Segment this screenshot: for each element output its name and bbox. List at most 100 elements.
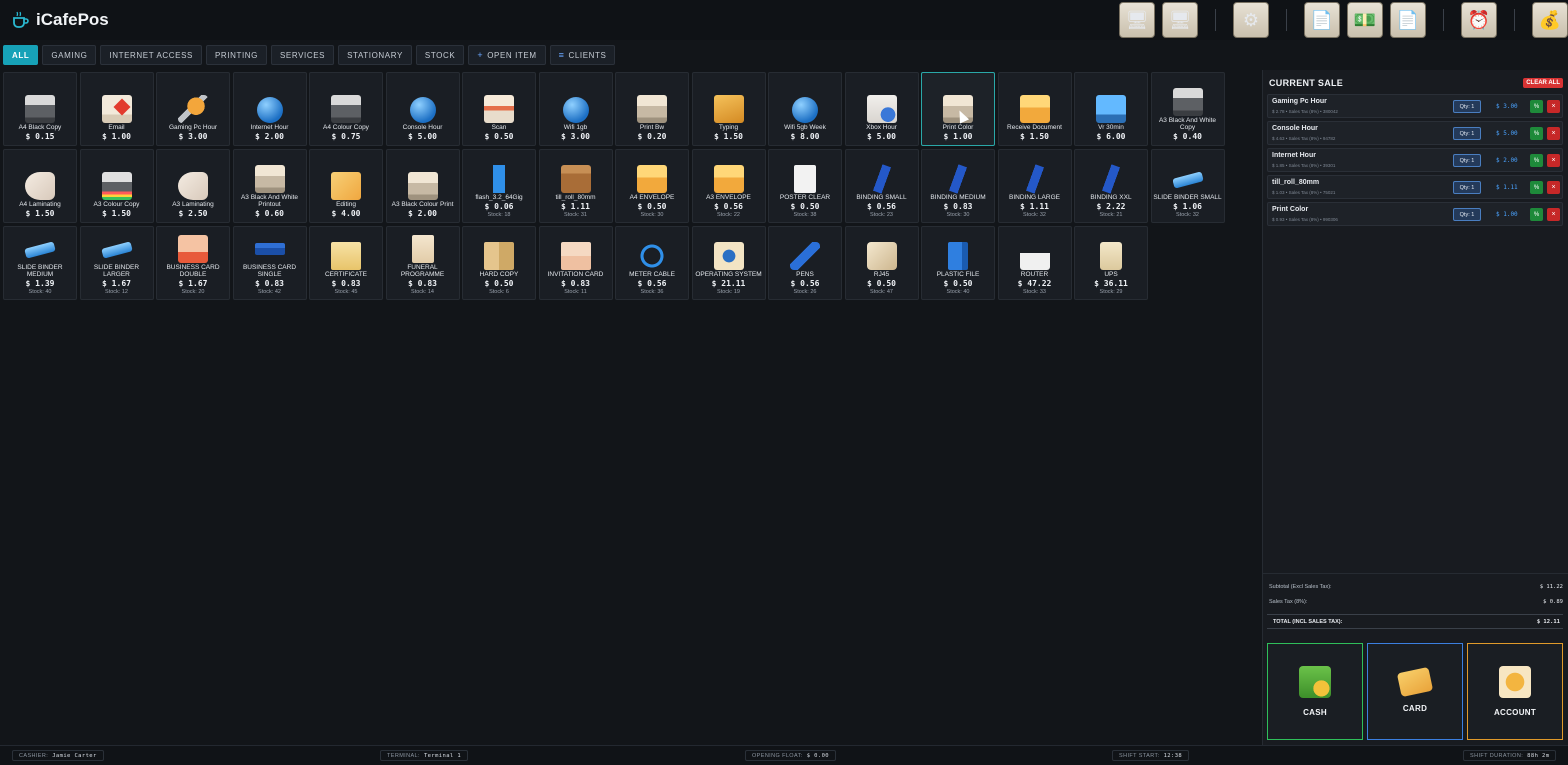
tab-open-item[interactable]: + OPEN ITEM xyxy=(468,45,546,65)
product-tile[interactable]: flash_3.2_64Gig $ 0.06 Stock: 18 xyxy=(462,149,536,223)
product-price: $ 21.11 xyxy=(711,279,746,288)
product-tile[interactable]: Gaming Pc Hour $ 3.00 xyxy=(156,72,230,146)
discount-button[interactable]: % xyxy=(1530,127,1543,140)
product-tile[interactable]: Wifi 1gb $ 3.00 xyxy=(538,72,613,146)
product-tile[interactable]: FUNERAL PROGRAMME $ 0.83 Stock: 14 xyxy=(385,226,460,300)
product-tile[interactable]: Receive Document $ 1.50 xyxy=(997,72,1072,146)
clear-all-button[interactable]: CLEAR ALL xyxy=(1523,78,1563,88)
product-tile[interactable]: A3 Laminating $ 2.50 xyxy=(156,149,230,223)
product-tile[interactable]: SLIDE BINDER SMALL $ 1.06 Stock: 32 xyxy=(1150,149,1225,223)
product-tile[interactable]: BINDING XXL $ 2.22 Stock: 21 xyxy=(1074,149,1148,223)
product-tile[interactable]: BUSINESS CARD SINGLE $ 0.83 Stock: 42 xyxy=(232,226,307,300)
product-tile[interactable]: ROUTER $ 47.22 Stock: 33 xyxy=(997,226,1072,300)
discount-button[interactable]: % xyxy=(1530,181,1543,194)
product-tile[interactable]: Console Hour $ 5.00 xyxy=(385,72,460,146)
product-tile[interactable]: Print Bw $ 0.20 xyxy=(615,72,689,146)
product-tile[interactable]: PENS $ 0.56 Stock: 26 xyxy=(768,226,842,300)
product-tile[interactable]: Scan $ 0.50 xyxy=(462,72,536,146)
quantity-button[interactable]: Qty: 1 xyxy=(1453,154,1481,167)
tab-internet-access[interactable]: INTERNET ACCESS xyxy=(100,45,202,65)
product-tile[interactable]: Email $ 1.00 xyxy=(79,72,154,146)
settings-gear-icon: ⚙ xyxy=(1242,9,1260,30)
product-tile[interactable]: BINDING MEDIUM $ 0.83 Stock: 30 xyxy=(921,149,995,223)
product-tile[interactable]: Internet Hour $ 2.00 xyxy=(232,72,307,146)
product-tile[interactable]: A4 Laminating $ 1.50 xyxy=(3,149,77,223)
cash-note-button[interactable]: 💵 xyxy=(1347,2,1383,38)
shift-clock-button[interactable]: ⏰ xyxy=(1461,2,1497,38)
product-tile[interactable]: RJ45 $ 0.50 Stock: 47 xyxy=(844,226,919,300)
product-tile[interactable]: Print Color $ 1.00 xyxy=(921,72,995,146)
document-stamp-button[interactable]: 📄 xyxy=(1390,2,1426,38)
product-tile[interactable]: SLIDE BINDER LARGER $ 1.67 Stock: 12 xyxy=(79,226,154,300)
product-stock: Stock: 42 xyxy=(258,289,281,295)
quantity-button[interactable]: Qty: 1 xyxy=(1453,208,1481,221)
product-tile[interactable]: POSTER CLEAR $ 0.50 Stock: 38 xyxy=(768,149,842,223)
product-stock: Stock: 45 xyxy=(334,289,358,295)
product-stock: Stock: 6 xyxy=(489,289,509,295)
tax-value: $ 0.89 xyxy=(1543,599,1563,605)
quantity-button[interactable]: Qty: 1 xyxy=(1453,127,1481,140)
product-tile[interactable]: UPS $ 36.11 Stock: 29 xyxy=(1074,226,1148,300)
pc-logout-button[interactable]: 🖥 xyxy=(1119,2,1155,38)
pc-monitor-button[interactable]: 🖥 xyxy=(1162,2,1198,38)
product-tile[interactable]: HARD COPY $ 0.50 Stock: 6 xyxy=(462,226,536,300)
product-tile[interactable]: A4 Black Copy $ 0.15 xyxy=(3,72,77,146)
product-tile[interactable]: A3 Black And White Copy $ 0.40 xyxy=(1150,72,1225,146)
remove-item-button[interactable]: × xyxy=(1547,208,1560,221)
settings-gear-button[interactable]: ⚙ xyxy=(1233,2,1269,38)
shift-duration-value: 88h 2m xyxy=(1527,752,1550,759)
product-tile[interactable]: A4 ENVELOPE $ 0.50 Stock: 30 xyxy=(615,149,689,223)
remove-item-button[interactable]: × xyxy=(1547,181,1560,194)
product-tile[interactable]: BUSINESS CARD DOUBLE $ 1.67 Stock: 20 xyxy=(156,226,230,300)
product-tile[interactable]: A4 Colour Copy $ 0.75 xyxy=(309,72,383,146)
discount-button[interactable]: % xyxy=(1530,100,1543,113)
account-button[interactable]: ACCOUNT xyxy=(1467,643,1563,740)
remove-item-button[interactable]: × xyxy=(1547,100,1560,113)
card-button[interactable]: CARD xyxy=(1367,643,1463,740)
product-tile[interactable]: PLASTIC FILE $ 0.50 Stock: 40 xyxy=(921,226,995,300)
product-tile[interactable]: Vr 30min $ 6.00 xyxy=(1074,72,1148,146)
product-tile[interactable]: Typing $ 1.50 xyxy=(691,72,766,146)
tab-stationary[interactable]: STATIONARY xyxy=(338,45,412,65)
receipt-list-button[interactable]: 📄 xyxy=(1304,2,1340,38)
tab-clients[interactable]: ≡ CLIENTS xyxy=(549,45,616,65)
product-tile[interactable]: SLIDE BINDER MEDIUM $ 1.39 Stock: 40 xyxy=(3,226,77,300)
sale-item-price: $ 3.00 xyxy=(1496,103,1518,110)
quantity-button[interactable]: Qty: 1 xyxy=(1453,100,1481,113)
remove-item-button[interactable]: × xyxy=(1547,154,1560,167)
product-name: A4 Laminating xyxy=(19,200,61,208)
quantity-button[interactable]: Qty: 1 xyxy=(1453,181,1481,194)
tab-stock[interactable]: STOCK xyxy=(415,45,465,65)
product-tile[interactable]: A3 Black And White Printout $ 0.60 xyxy=(232,149,307,223)
product-tile[interactable]: A3 ENVELOPE $ 0.56 Stock: 22 xyxy=(691,149,766,223)
tax-row: Sales Tax (8%): $ 0.89 xyxy=(1269,599,1563,605)
tab-gaming[interactable]: GAMING xyxy=(42,45,97,65)
product-price: $ 0.06 xyxy=(484,202,514,211)
product-price: $ 1.50 xyxy=(25,209,55,218)
globe-icon xyxy=(409,96,436,123)
discount-button[interactable]: % xyxy=(1530,208,1543,221)
product-tile[interactable]: BINDING SMALL $ 0.56 Stock: 23 xyxy=(844,149,919,223)
cash-drawer-button[interactable]: 💰 xyxy=(1532,2,1568,38)
product-name: BINDING MEDIUM xyxy=(930,193,986,201)
discount-button[interactable]: % xyxy=(1530,154,1543,167)
product-tile[interactable]: METER CABLE $ 0.56 Stock: 36 xyxy=(615,226,689,300)
tab-services[interactable]: SERVICES xyxy=(270,45,335,65)
product-tile[interactable]: Wifi 5gb Week $ 8.00 xyxy=(768,72,842,146)
product-tile[interactable]: A3 Black Colour Print $ 2.00 xyxy=(385,149,460,223)
product-tile[interactable]: BINDING LARGE $ 1.11 Stock: 32 xyxy=(997,149,1072,223)
float-label: OPENING FLOAT: xyxy=(752,752,803,759)
tab-printing[interactable]: PRINTING xyxy=(205,45,267,65)
tab-all[interactable]: ALL xyxy=(3,45,39,65)
product-tile[interactable]: OPERATING SYSTEM $ 21.11 Stock: 19 xyxy=(691,226,766,300)
remove-item-button[interactable]: × xyxy=(1547,127,1560,140)
product-tile[interactable]: CERTIFICATE $ 0.83 Stock: 45 xyxy=(309,226,383,300)
product-tile[interactable]: INVITATION CARD $ 0.83 Stock: 11 xyxy=(538,226,613,300)
product-tile[interactable]: Xbox Hour $ 5.00 xyxy=(844,72,919,146)
cash-button[interactable]: CASH xyxy=(1267,643,1363,740)
product-tile[interactable]: Editing $ 4.00 xyxy=(309,149,383,223)
product-stock: Stock: 22 xyxy=(717,212,740,218)
product-tile[interactable]: till_roll_80mm $ 1.11 Stock: 31 xyxy=(538,149,613,223)
product-tile[interactable]: A3 Colour Copy $ 1.50 xyxy=(79,149,154,223)
sale-line-item: Print Color $ 0.93 • Sales Tax (8%) • 990… xyxy=(1267,202,1563,226)
